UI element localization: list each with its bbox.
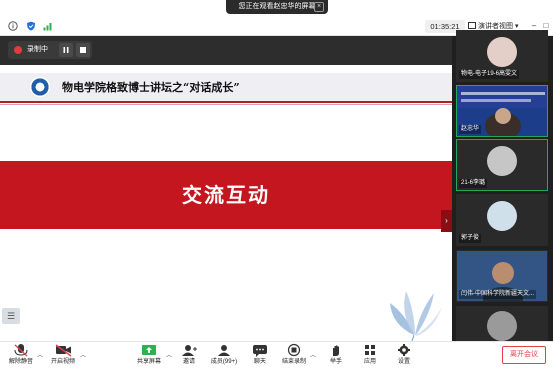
participant-tile[interactable]: 物电-电子19-6高雯文 (456, 30, 548, 82)
record-stop-icon (287, 343, 301, 357)
settings-button[interactable]: 设置 (392, 343, 416, 369)
chat-icon (253, 345, 267, 357)
raise-hand-button[interactable]: 举手 (324, 343, 348, 369)
leave-meeting-button[interactable]: 离开会议 (502, 346, 546, 364)
slide-divider (0, 101, 452, 103)
audio-options-chevron-icon[interactable]: ︿ (37, 350, 43, 359)
unmute-button[interactable]: 解除静音 (4, 343, 38, 369)
share-screen-label: 共享屏幕 (136, 359, 161, 365)
participant-panel: 物电-电子19-6高雯文 赵忠华 21-6李璐 郭子俊 闫伟-中国科学院新疆天文… (452, 30, 553, 358)
share-screen-button[interactable]: 共享屏幕 (132, 343, 166, 369)
camera-off-icon (55, 344, 72, 357)
invite-label: 邀请 (182, 359, 195, 365)
slide-header: 物电学院格致博士讲坛之“对话成长” (0, 73, 452, 101)
slide-title: 物电学院格致博士讲坛之“对话成长” (62, 81, 240, 94)
slide-divider-thin (0, 104, 452, 105)
recording-label: 录制中 (27, 46, 48, 53)
chat-button[interactable]: 聊天 (248, 343, 272, 369)
apps-grid-icon (365, 345, 375, 355)
chevron-down-icon: ▾ (514, 23, 519, 30)
unmute-label: 解除静音 (8, 359, 33, 365)
avatar (487, 201, 517, 231)
stop-recording-button[interactable] (76, 43, 90, 57)
members-label: 成员(99+) (210, 359, 238, 365)
participant-tile[interactable]: 闫伟-中国科学院新疆天文... (456, 250, 548, 302)
participant-tile[interactable]: 郭子俊 (456, 194, 548, 246)
avatar (487, 146, 517, 176)
stop-icon (80, 47, 86, 53)
video-options-chevron-icon[interactable]: ︿ (80, 350, 86, 359)
slide-menu-icon[interactable]: ☰ (2, 308, 20, 324)
view-mode-label: 演讲者视图 (478, 23, 513, 30)
participant-name: 闫伟-中国科学院新疆天文... (459, 290, 536, 299)
share-options-chevron-icon[interactable]: ︿ (166, 350, 172, 359)
gear-icon (398, 344, 410, 356)
participant-tile[interactable]: 21-6李璐 (456, 139, 548, 191)
share-screen-icon (142, 345, 156, 355)
chat-label: 聊天 (253, 359, 266, 365)
participant-name: 郭子俊 (459, 234, 482, 243)
invite-button[interactable]: 邀请 (176, 343, 202, 369)
shared-screen-area: 录制中 物电学院格致博士讲坛之“对话成长” 交流互动 › ☰ (0, 36, 452, 354)
shield-icon[interactable] (26, 21, 36, 31)
start-video-label: 开启视频 (50, 359, 75, 365)
end-recording-button[interactable]: 结束录制 (278, 343, 310, 369)
recording-options-chevron-icon[interactable]: ︿ (310, 350, 316, 359)
record-dot-icon (14, 46, 22, 54)
members-icon (218, 345, 230, 356)
meeting-window: 您正在观看赵忠华的屏幕 × 01:35:21 演讲者视图 ▾ – □ 录制中 物… (0, 0, 553, 369)
microphone-muted-icon (14, 344, 28, 357)
apps-label: 应用 (363, 359, 376, 365)
info-icon[interactable] (8, 21, 18, 31)
participant-tile-speaker[interactable]: 赵忠华 (456, 85, 548, 137)
start-video-button[interactable]: 开启视频 (46, 343, 80, 369)
flower-decoration-icon (390, 291, 442, 341)
screen-share-banner-text: 您正在观看赵忠华的屏幕 (238, 3, 316, 10)
invite-user-icon (182, 345, 197, 356)
title-bar: 您正在观看赵忠华的屏幕 × (0, 0, 553, 17)
end-recording-label: 结束录制 (281, 359, 306, 365)
raise-hand-label: 举手 (329, 359, 342, 365)
university-logo (30, 77, 50, 97)
screen-share-banner: 您正在观看赵忠华的屏幕 (226, 0, 328, 14)
pause-recording-button[interactable] (59, 43, 73, 57)
avatar (487, 37, 517, 67)
pause-icon (63, 47, 69, 53)
participant-name: 赵忠华 (459, 125, 482, 134)
slide-band-text: 交流互动 (182, 183, 270, 207)
participant-name: 21-6李璐 (459, 179, 488, 188)
recording-indicator: 录制中 (8, 41, 92, 59)
slide-red-band: 交流互动 (0, 161, 452, 229)
grid-view-icon (468, 22, 476, 29)
participant-name: 物电-电子19-6高雯文 (459, 70, 520, 79)
meeting-toolbar: 解除静音 ︿ 开启视频 ︿ 共享屏幕 ︿ 邀请 成员(99+) 聊天 结束录制 … (0, 341, 553, 369)
hand-icon (333, 345, 339, 356)
members-button[interactable]: 成员(99+) (206, 343, 242, 369)
signal-strength-icon[interactable] (43, 21, 53, 31)
next-slide-tab[interactable]: › (441, 210, 452, 232)
apps-button[interactable]: 应用 (358, 343, 382, 369)
presentation-slide: 物电学院格致博士讲坛之“对话成长” 交流互动 › ☰ (0, 65, 452, 354)
recording-bar: 录制中 (0, 36, 452, 65)
avatar (487, 311, 517, 341)
banner-close-icon[interactable]: × (314, 2, 324, 12)
settings-label: 设置 (397, 359, 410, 365)
